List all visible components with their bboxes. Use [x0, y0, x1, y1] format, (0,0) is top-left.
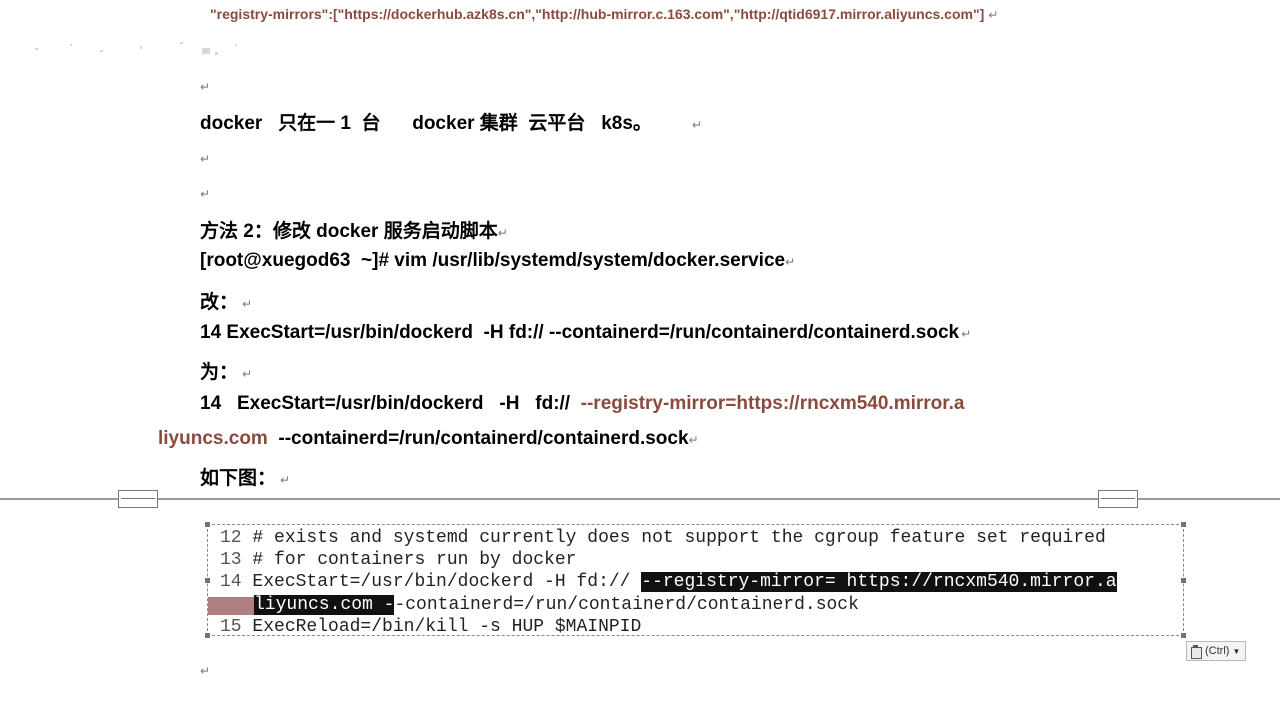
paragraph-mark: ↵	[200, 664, 211, 678]
code-line-14-wrap: liyuncs.com --containerd=/run/containerd…	[254, 595, 859, 615]
resize-handle-bottom-right[interactable]	[1181, 633, 1186, 638]
exec-start-new-line: 14 ExecStart=/usr/bin/dockerd -H fd:// -…	[200, 393, 965, 414]
chevron-down-icon: ▼	[1232, 646, 1241, 656]
docker-note-line: docker 只在一 1 台 docker 集群 云平台 k8s。 ↵	[200, 113, 702, 134]
paragraph-mark: ↵	[200, 80, 211, 94]
registry-mirror-host-tail: liyuncs.com	[158, 428, 268, 449]
registry-mirror-option: --registry-mirror=https://rncxm540.mirro…	[580, 393, 965, 414]
code-line-13: 13 # for containers run by docker	[220, 550, 577, 570]
resize-handle-middle-left[interactable]	[205, 578, 210, 583]
resize-handle-top-right[interactable]	[1181, 522, 1186, 527]
highlighted-mirror-host-tail: liyuncs.com	[254, 595, 373, 615]
code-line-15: 15 ExecReload=/bin/kill -s HUP $MAINPID	[220, 617, 642, 637]
exec-start-old-line: 14 ExecStart=/usr/bin/dockerd -H fd:// -…	[200, 322, 972, 343]
paste-options-button[interactable]: (Ctrl) ▼	[1186, 641, 1246, 661]
to-label-line: 为： ↵	[200, 362, 253, 383]
highlighted-registry-mirror: --registry-mirror= https://rncxm540.mirr…	[641, 572, 1117, 592]
code-screenshot-image[interactable]: 12 # exists and systemd currently does n…	[205, 522, 1186, 638]
page-separator-handle-left	[118, 490, 158, 508]
paragraph-mark: ↵	[200, 152, 211, 166]
clipboard-icon	[1190, 645, 1202, 659]
resize-handle-middle-right[interactable]	[1181, 578, 1186, 583]
change-label-line: 改： ↵	[200, 292, 253, 313]
method-title-line: 方法 2：修改 docker 服务启动脚本↵	[200, 221, 508, 242]
figure-label-line: 如下图： ↵	[200, 468, 291, 489]
code-line-12: 12 # exists and systemd currently does n…	[220, 528, 1106, 548]
page-separator-handle-right	[1098, 490, 1138, 508]
paragraph-mark: ↵	[200, 187, 211, 201]
code-line-14: 14 ExecStart=/usr/bin/dockerd -H fd:// -…	[220, 572, 1117, 592]
wrap-highlight-block	[208, 597, 254, 615]
resize-handle-bottom-left[interactable]	[205, 633, 210, 638]
registry-mirrors-json: "registry-mirrors":["https://dockerhub.a…	[210, 6, 999, 22]
page-separator	[0, 498, 1280, 500]
resize-handle-top-left[interactable]	[205, 522, 210, 527]
vim-command-line: [root@xuegod63 ~]# vim /usr/lib/systemd/…	[200, 250, 796, 271]
scan-artifact	[35, 42, 237, 55]
exec-start-new-continuation: liyuncs.com --containerd=/run/containerd…	[158, 428, 699, 449]
